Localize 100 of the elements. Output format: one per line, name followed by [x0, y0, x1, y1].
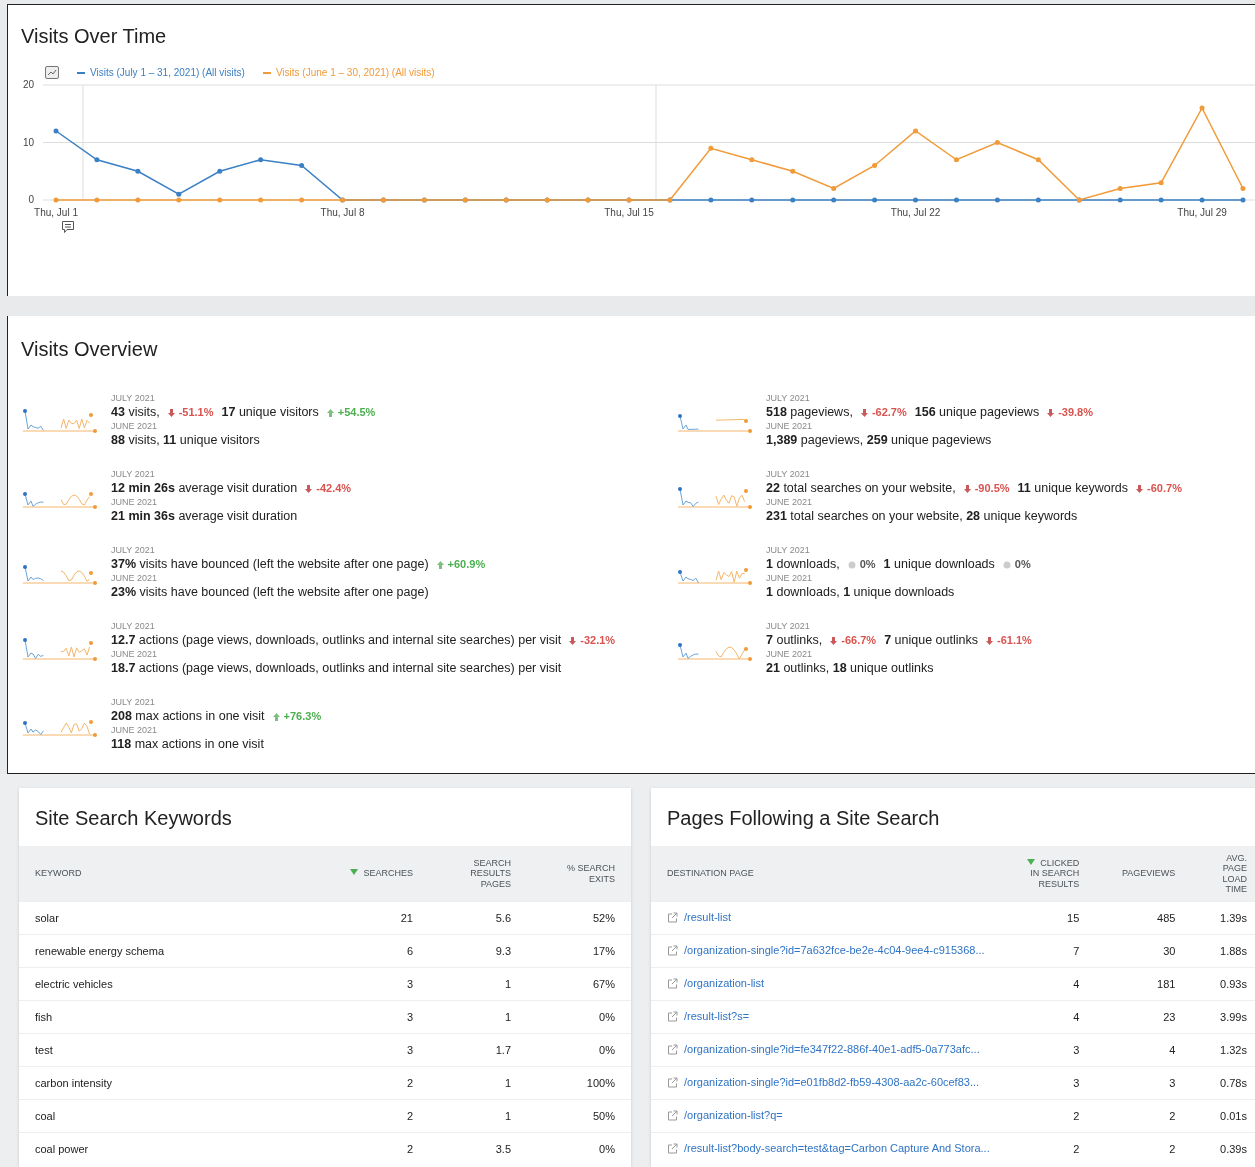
period-label: JUNE 2021	[111, 725, 159, 736]
data-point	[994, 197, 1000, 203]
data-point	[53, 197, 59, 203]
period-label: JULY 2021	[111, 697, 156, 708]
data-point	[749, 157, 755, 163]
metric-text: 7 unique outlinks	[884, 632, 978, 649]
axis-label: Thu, Jul 15	[604, 207, 654, 218]
table-cell: 100%	[527, 1066, 631, 1100]
metric-text: 37% visits have bounced (left the website after one page)	[111, 556, 429, 573]
metric-text: 21 min 36s average visit duration	[111, 508, 298, 525]
period-label: JULY 2021	[111, 469, 156, 480]
change-value: -66.7%	[841, 633, 877, 648]
metric-text: 23% visits have bounced (left the website after one page)	[111, 584, 429, 601]
data-point	[749, 197, 755, 203]
column-header[interactable]: AVG. PAGE LOAD TIME	[1187, 846, 1255, 902]
data-point	[872, 163, 878, 168]
column-header[interactable]: SEARCHES	[307, 846, 429, 902]
metric-text: 12.7 actions (page views, downloads, outlinks and internal site searches) per visit	[111, 632, 562, 649]
change-value: -90.5%	[974, 481, 1010, 496]
table-cell: 0%	[527, 1033, 631, 1067]
period-label: JUNE 2021	[766, 573, 814, 584]
change-value: +54.5%	[337, 405, 376, 420]
metric-text: 17 unique visitors	[221, 404, 319, 421]
metric-text: 21 outlinks, 18 unique outlinks	[766, 660, 934, 677]
page-link[interactable]: /result-list?body-search=test&tag=Carbon Capture And Stora...	[684, 1142, 990, 1155]
external-link-icon[interactable]	[667, 944, 678, 956]
column-header[interactable]: % SEARCH EXITS	[527, 846, 631, 902]
data-point	[790, 197, 796, 203]
metric-text: 22 total searches on your website,	[766, 480, 956, 497]
period-label: JULY 2021	[766, 469, 811, 480]
data-point	[1117, 186, 1123, 191]
data-point	[708, 197, 714, 203]
change-value: -39.8%	[1058, 405, 1093, 420]
table-cell: 3.5	[429, 1132, 527, 1165]
external-link-icon[interactable]	[667, 1043, 678, 1055]
page-link[interactable]: /organization-single?id=7a632fce-be2e-4c04-9ee4-c915368...	[684, 944, 985, 957]
table-cell: 3.99s	[1187, 1000, 1255, 1034]
column-header[interactable]: SEARCH RESULTS PAGES	[429, 846, 527, 902]
table-cell: test	[19, 1033, 307, 1067]
metric-text: 118 max actions in one visit	[111, 736, 264, 753]
table-cell: 30	[1087, 934, 1188, 968]
page-link[interactable]: /organization-single?id=e01fb8d2-fb59-4308-aa2c-60cef83...	[684, 1076, 980, 1089]
external-link-icon[interactable]	[667, 1109, 678, 1121]
page-link[interactable]: /organization-list?q=	[684, 1109, 783, 1122]
data-point	[872, 197, 878, 203]
table-cell: 0.01s	[1187, 1099, 1255, 1133]
table-cell: 181	[1087, 967, 1188, 1001]
comment-icon[interactable]	[61, 220, 75, 234]
legend-item[interactable]: Visits (July 1 – 31, 2021) (All visits)	[77, 67, 245, 78]
column-header[interactable]: DESTINATION PAGE	[651, 846, 1006, 902]
section-title: Visits Overview	[21, 338, 159, 361]
page-link[interactable]: /result-list?s=	[684, 1010, 750, 1023]
table-cell: 1.88s	[1187, 934, 1255, 968]
table-cell: coal	[19, 1099, 307, 1133]
period-label: JUNE 2021	[111, 497, 159, 508]
data-point	[1199, 197, 1205, 203]
chart-icon[interactable]	[45, 66, 59, 79]
column-header[interactable]: KEYWORD	[19, 846, 307, 902]
metric-text: 1,389 pageviews, 259 unique pageviews	[766, 432, 992, 449]
data-point	[708, 145, 714, 151]
page-link[interactable]: /result-list	[684, 911, 732, 924]
metric-text: 208 max actions in one visit	[111, 708, 265, 725]
period-label: JULY 2021	[111, 621, 156, 632]
column-header[interactable]: CLICKED IN SEARCH RESULTS	[1005, 846, 1088, 902]
table-cell: 0.78s	[1187, 1066, 1255, 1100]
table-cell: 0.39s	[1187, 1132, 1255, 1165]
table-cell: 9.3	[429, 934, 527, 968]
change-value: -61.1%	[997, 633, 1032, 648]
external-link-icon[interactable]	[667, 977, 678, 989]
metric-text: 1 downloads,	[766, 556, 840, 573]
table-cell: 2	[307, 1132, 429, 1165]
period-label: JULY 2021	[111, 393, 156, 404]
metric-text: 1 unique downloads	[883, 556, 995, 573]
page-link[interactable]: /organization-single?id=fe347f22-886f-40e1-adf5-0a773afc...	[684, 1043, 980, 1056]
column-header[interactable]: PAGEVIEWS	[1087, 846, 1188, 902]
external-link-icon[interactable]	[667, 1076, 678, 1088]
table-cell: 1	[429, 967, 527, 1001]
axis-label: Thu, Jul 1	[34, 207, 78, 218]
table-cell: 0%	[527, 1132, 631, 1165]
table-cell: 2	[1087, 1132, 1188, 1165]
table-cell: 50%	[527, 1099, 631, 1133]
data-point	[94, 197, 100, 203]
period-label: JULY 2021	[111, 545, 156, 556]
change-value: +76.3%	[283, 709, 322, 724]
table-cell: 2	[307, 1099, 429, 1133]
external-link-icon[interactable]	[667, 1142, 678, 1154]
external-link-icon[interactable]	[667, 911, 678, 923]
change-value: 0%	[1014, 557, 1031, 572]
page-link[interactable]: /organization-list	[684, 977, 765, 990]
period-label: JUNE 2021	[111, 649, 159, 660]
table-cell: 1.7	[429, 1033, 527, 1067]
data-point	[135, 197, 141, 203]
data-point	[217, 168, 223, 174]
external-link-icon[interactable]	[667, 1010, 678, 1022]
table-cell: 21	[307, 901, 429, 935]
axis-label: Thu, Jul 22	[890, 207, 941, 218]
table-cell: 1	[429, 1066, 527, 1100]
data-point	[1117, 197, 1123, 203]
card-title: Site Search Keywords	[34, 806, 233, 831]
table-cell: 17%	[527, 934, 631, 968]
